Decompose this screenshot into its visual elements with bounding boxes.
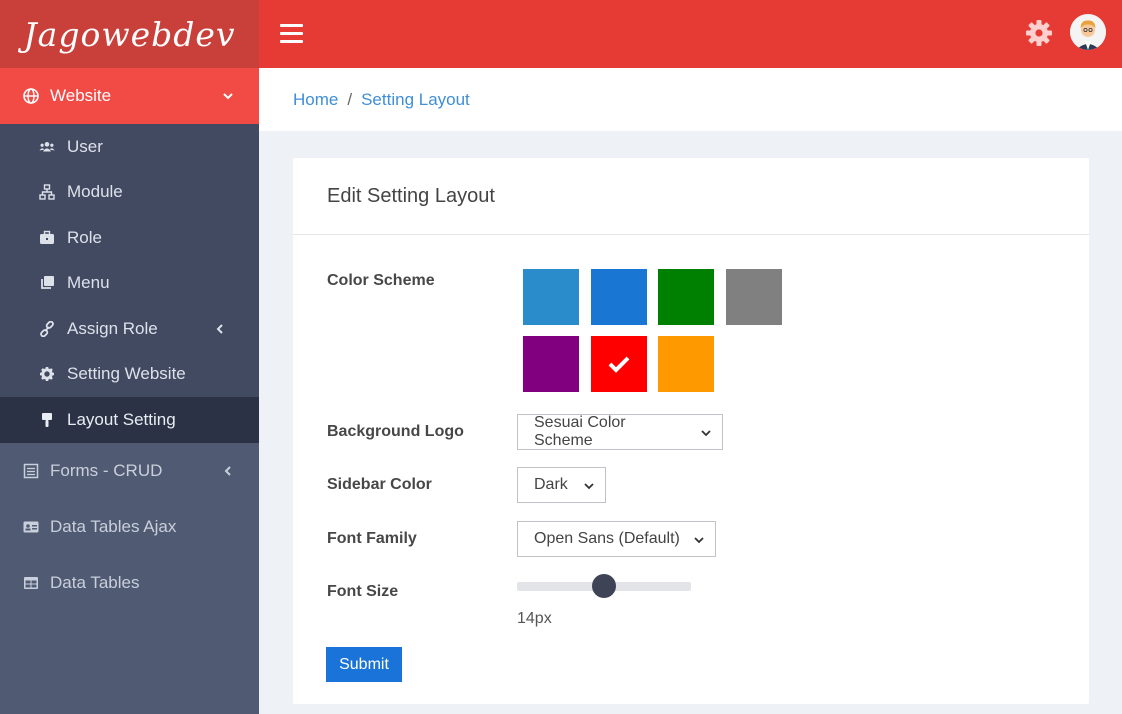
sidebar-item-label: Forms - CRUD [50, 460, 163, 480]
chevron-down-icon [693, 533, 705, 545]
table-icon [22, 575, 40, 591]
sidebar: Jagowebdev Website User Module Role Menu… [0, 0, 259, 714]
sidebar-color-value: Dark [534, 476, 568, 493]
sidebar-item-label: Data Tables [50, 572, 140, 592]
breadcrumb: Home / Setting Layout [259, 68, 1122, 131]
sidebar-item-label: User [67, 136, 103, 156]
chevron-left-icon [211, 321, 229, 337]
sidebar-item-menu[interactable]: Menu [0, 261, 259, 307]
sidebar-item-label: Role [67, 227, 102, 247]
user-avatar[interactable] [1070, 14, 1106, 50]
color-swatch[interactable] [725, 269, 782, 325]
sidebar-item-module[interactable]: Module [0, 170, 259, 216]
font-size-label: Font Size [327, 583, 399, 600]
form-icon [22, 463, 40, 479]
font-family-label: Font Family [327, 530, 417, 547]
sidebar-item-label: Data Tables Ajax [50, 516, 177, 536]
color-swatch[interactable] [523, 269, 579, 325]
sidebar-item-label: Menu [67, 273, 110, 293]
sidebar-item-label: Assign Role [67, 318, 158, 338]
sidebar-item-website[interactable]: Website [0, 68, 259, 124]
background-logo-select[interactable]: Sesuai Color Scheme [517, 414, 723, 450]
breadcrumb-separator: / [347, 89, 353, 109]
sidebar-item-label: Setting Website [67, 364, 186, 384]
sidebar-color-label: Sidebar Color [327, 476, 432, 493]
background-logo-value: Sesuai Color Scheme [534, 414, 626, 449]
color-scheme-label: Color Scheme [327, 272, 435, 289]
color-swatch[interactable] [658, 269, 714, 325]
sidebar-item-label: Module [67, 182, 123, 202]
font-family-select[interactable]: Open Sans (Default) [517, 521, 716, 557]
link-icon [38, 320, 56, 337]
sidebar-item-label: Website [50, 86, 112, 105]
sidebar-color-select[interactable]: Dark [517, 467, 606, 503]
briefcase-icon [38, 230, 56, 246]
font-size-slider-thumb[interactable] [592, 574, 616, 598]
breadcrumb-current-link[interactable]: Setting Layout [361, 90, 470, 110]
font-family-value: Open Sans (Default) [534, 530, 680, 547]
chevron-down-icon [583, 479, 595, 491]
font-size-value: 14px [517, 610, 552, 627]
users-icon [38, 139, 56, 155]
chevron-left-icon [219, 463, 237, 479]
sidebar-item-setting-website[interactable]: Setting Website [0, 352, 259, 398]
background-logo-label: Background Logo [327, 423, 464, 440]
submit-button[interactable]: Submit [326, 647, 402, 682]
sidebar-item-forms-crud[interactable]: Forms - CRUD [0, 443, 259, 499]
top-navbar [259, 0, 1122, 68]
id-card-icon [22, 519, 40, 535]
brush-icon [38, 412, 56, 428]
chevron-down-icon [700, 426, 712, 438]
brand-name: Jagowebdev [23, 14, 236, 54]
sidebar-item-assign-role[interactable]: Assign Role [0, 306, 259, 352]
chevron-down-icon [219, 88, 237, 104]
sidebar-submenu: User Module Role Menu Assign Role Settin… [0, 124, 259, 443]
color-swatch[interactable] [590, 336, 647, 392]
gear-icon[interactable] [1025, 19, 1053, 47]
check-icon [607, 352, 631, 376]
globe-icon [22, 88, 40, 104]
card-title: Edit Setting Layout [293, 158, 1089, 235]
sidebar-item-label: Layout Setting [67, 409, 176, 429]
color-swatch[interactable] [523, 336, 579, 392]
hamburger-menu-icon[interactable] [280, 24, 303, 44]
sidebar-item-data-tables[interactable]: Data Tables [0, 555, 259, 611]
sidebar-item-data-tables-ajax[interactable]: Data Tables Ajax [0, 499, 259, 555]
color-swatch[interactable] [658, 336, 714, 392]
breadcrumb-home-link[interactable]: Home [293, 90, 338, 110]
gear-icon [38, 366, 56, 382]
clone-icon [38, 275, 56, 291]
sidebar-item-layout-setting[interactable]: Layout Setting [0, 397, 259, 443]
color-swatch[interactable] [590, 269, 647, 325]
brand-logo[interactable]: Jagowebdev [0, 0, 259, 68]
sidebar-item-user[interactable]: User [0, 124, 259, 170]
settings-card: Edit Setting Layout Color Scheme Backgro… [293, 158, 1089, 704]
sitemap-icon [38, 184, 56, 200]
sidebar-item-role[interactable]: Role [0, 215, 259, 261]
